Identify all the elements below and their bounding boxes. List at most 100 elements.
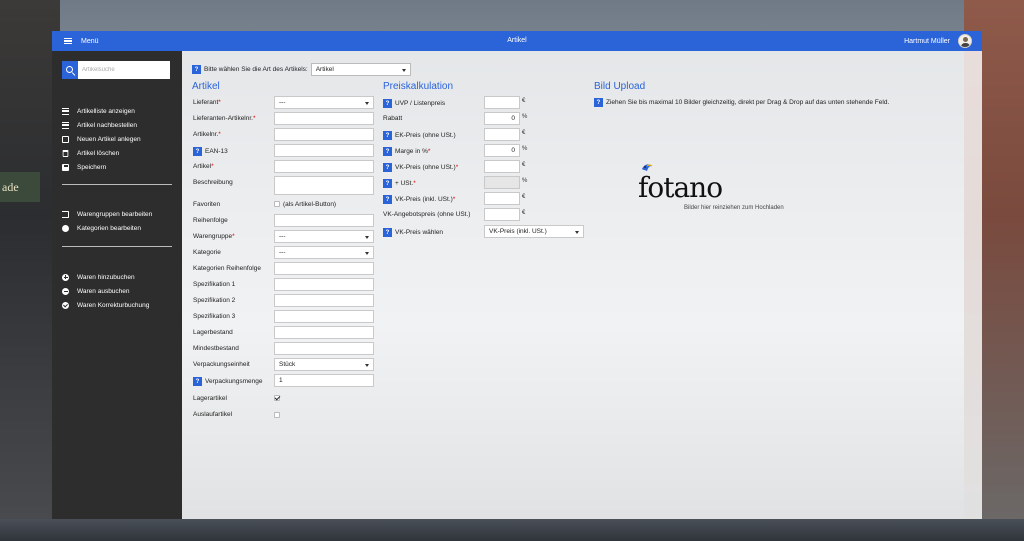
help-icon[interactable]: ? [193, 377, 202, 386]
upload-info: ? Ziehen Sie bis maximal 10 Bilder gleic… [594, 98, 889, 107]
sidebar-item-label: Waren ausbuchen [77, 287, 130, 295]
sidebar-item-loeschen[interactable]: Artikel löschen [62, 146, 172, 160]
edit-icon [62, 135, 69, 143]
verpackungsmenge-label: ? Verpackungsmenge [193, 377, 262, 386]
help-icon[interactable]: ? [383, 195, 392, 204]
plus-circle-icon [62, 273, 69, 281]
ean-input[interactable] [274, 144, 374, 157]
spezifikation-3-label: Spezifikation 3 [193, 313, 236, 320]
ean-label: ? EAN-13 [193, 147, 228, 156]
vk-waehlen-select[interactable]: VK-Preis (inkl. USt.) [484, 225, 584, 238]
lagerbestand-input[interactable] [274, 326, 374, 339]
spezifikation-2-label: Spezifikation 2 [193, 297, 236, 304]
euro-unit: € [522, 162, 526, 168]
mindestbestand-input[interactable] [274, 342, 374, 355]
vk-inkl-input[interactable] [484, 192, 520, 205]
verpackungseinheit-label: Verpackungseinheit [193, 361, 250, 368]
artikelnr-input[interactable] [274, 128, 374, 141]
sidebar-group-stock: Waren hinzubuchen Waren ausbuchen Waren … [62, 270, 172, 312]
uvp-label: ? UVP / Listenpreis [383, 99, 445, 108]
lieferant-select[interactable]: --- [274, 96, 374, 109]
sidebar: Artikelliste anzeigen Artikel nachbestel… [52, 51, 182, 519]
upload-info-text: Ziehen Sie bis maximal 10 Bilder gleichz… [606, 99, 890, 106]
article-type-select[interactable]: Artikel [310, 63, 411, 76]
lagerartikel-checkbox[interactable] [274, 395, 280, 401]
rabatt-input[interactable]: 0 [484, 112, 520, 125]
ek-preis-label: ? EK-Preis (ohne USt.) [383, 131, 456, 140]
sidebar-item-hinzubuchen[interactable]: Waren hinzubuchen [62, 270, 172, 284]
lagerbestand-label: Lagerbestand [193, 329, 233, 336]
sidebar-item-korrektur[interactable]: Waren Korrekturbuchung [62, 298, 172, 312]
sidebar-item-neuer-artikel[interactable]: Neuen Artikel anlegen [62, 132, 172, 146]
auslaufartikel-checkbox[interactable] [274, 412, 280, 418]
sidebar-item-kategorien[interactable]: Kategorien bearbeiten [62, 221, 172, 235]
spezifikation-2-input[interactable] [274, 294, 374, 307]
sidebar-divider [62, 246, 172, 247]
percent-unit: % [522, 146, 528, 152]
sidebar-item-artikelliste[interactable]: Artikelliste anzeigen [62, 104, 172, 118]
search-icon [66, 66, 73, 73]
sidebar-item-ausbuchen[interactable]: Waren ausbuchen [62, 284, 172, 298]
sidebar-group-categories: Warengruppen bearbeiten Kategorien bearb… [62, 207, 172, 235]
fotano-logo: fotano [638, 171, 723, 204]
help-icon[interactable]: ? [594, 98, 603, 107]
sidebar-item-speichern[interactable]: Speichern [62, 160, 172, 174]
background-building-left [0, 0, 60, 541]
favoriten-label: Favoriten [193, 201, 221, 208]
sidebar-item-label: Artikelliste anzeigen [77, 107, 135, 115]
kategorien-reihenfolge-input[interactable] [274, 262, 374, 275]
spezifikation-3-input[interactable] [274, 310, 374, 323]
marge-input[interactable]: 0 [484, 144, 520, 157]
ust-input[interactable] [484, 176, 520, 189]
verpackungseinheit-select[interactable]: Stück [274, 358, 374, 371]
image-dropzone[interactable]: fotano Bilder hier reinziehen zum Hochla… [594, 121, 879, 276]
beschreibung-textarea[interactable] [274, 176, 374, 195]
search-button[interactable] [62, 61, 78, 79]
spezifikation-1-input[interactable] [274, 278, 374, 291]
help-icon[interactable]: ? [192, 65, 201, 74]
lieferant-label: Lieferant * [193, 99, 221, 106]
warengruppe-label: Warengruppe * [193, 233, 235, 240]
help-icon[interactable]: ? [383, 228, 392, 237]
help-icon[interactable]: ? [383, 163, 392, 172]
user-menu[interactable]: Hartmut Müller [904, 31, 972, 51]
help-icon[interactable]: ? [193, 147, 202, 156]
sidebar-search [62, 61, 170, 79]
help-icon[interactable]: ? [383, 99, 392, 108]
kategorie-select[interactable]: --- [274, 246, 374, 259]
sidebar-item-label: Artikel löschen [77, 149, 120, 157]
sidebar-item-nachbestellen[interactable]: Artikel nachbestellen [62, 118, 172, 132]
sidebar-item-warengruppen[interactable]: Warengruppen bearbeiten [62, 207, 172, 221]
percent-unit: % [522, 114, 528, 120]
hamburger-icon [64, 38, 72, 44]
menu-button[interactable]: Menü [64, 31, 99, 51]
sidebar-item-label: Waren Korrekturbuchung [77, 301, 150, 309]
search-input[interactable] [78, 61, 170, 79]
kategorie-label: Kategorie [193, 249, 221, 256]
ek-preis-input[interactable] [484, 128, 520, 141]
warengruppe-select[interactable]: --- [274, 230, 374, 243]
favoriten-checkbox[interactable] [274, 201, 280, 207]
ust-label: ? + USt. * [383, 179, 416, 188]
angebotspreis-input[interactable] [484, 208, 520, 221]
uvp-input[interactable] [484, 96, 520, 109]
vk-inkl-label: ? VK-Preis (inkl. USt.) * [383, 195, 455, 204]
euro-unit: € [522, 194, 526, 200]
section-title-bild-upload: Bild Upload [594, 81, 646, 92]
verpackungsmenge-input[interactable]: 1 [274, 374, 374, 387]
reihenfolge-label: Reihenfolge [193, 217, 228, 224]
vk-ohne-input[interactable] [484, 160, 520, 173]
artikel-input[interactable] [274, 160, 374, 173]
sidebar-item-label: Speichern [77, 163, 107, 171]
help-icon[interactable]: ? [383, 147, 392, 156]
mindestbestand-label: Mindestbestand [193, 345, 239, 352]
reihenfolge-input[interactable] [274, 214, 374, 227]
help-icon[interactable]: ? [383, 179, 392, 188]
artikelnr-label: Artikelnr. * [193, 131, 221, 138]
lieferanten-nr-input[interactable] [274, 112, 374, 125]
article-type-row: ? Bitte wählen Sie die Art des Artikels:… [192, 63, 411, 76]
percent-unit: % [522, 178, 528, 184]
help-icon[interactable]: ? [383, 131, 392, 140]
page-title: Artikel [507, 37, 527, 44]
avatar[interactable] [958, 34, 972, 48]
